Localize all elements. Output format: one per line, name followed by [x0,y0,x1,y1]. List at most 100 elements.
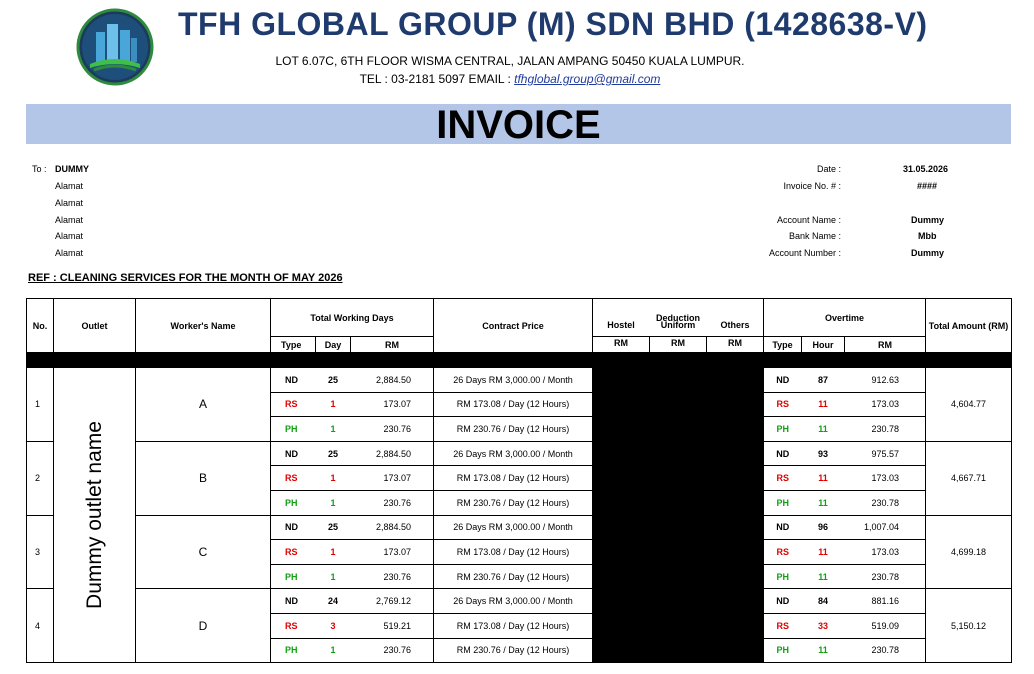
ot-rm: 230.78 [844,489,926,516]
ot-hour: 96 [801,514,845,541]
work-rm: 173.07 [350,465,434,491]
invoice-no-label: Invoice No. # : [783,181,841,191]
ot-hour: 11 [801,391,845,418]
header-hour: Hour [801,336,845,353]
contract-price: RM 173.08 / Day (12 Hours) [433,539,593,565]
ot-hour: 93 [801,440,845,467]
ot-hour: 87 [801,367,845,393]
work-type: ND [270,367,316,393]
header-hostel-rm: Hostel RM [592,320,650,353]
account-name-label: Account Name : [776,215,841,225]
ot-type: PH [763,563,802,590]
worker-name: D [135,588,271,664]
total-amount: 4,699.18 [925,514,1012,590]
work-type: ND [270,440,316,467]
account-number-label: Account Number : [768,248,841,258]
contract-price: RM 230.76 / Day (12 Hours) [433,416,593,442]
contract-price: RM 230.76 / Day (12 Hours) [433,563,593,590]
reference-line: REF : CLEANING SERVICES FOR THE MONTH OF… [28,272,343,284]
work-rm: 173.07 [350,539,434,565]
account-name-value: Dummy [911,215,945,225]
to-address-line: Alamat [55,198,84,208]
ot-type: RS [763,391,802,418]
outlet-cell: Dummy outlet name [53,366,136,664]
ot-type: ND [763,588,802,614]
ot-type: ND [763,440,802,467]
work-type: RS [270,539,316,565]
invoice-title: INVOICE [436,103,601,147]
contact-prefix: TEL : 03-2181 5097 EMAIL : [359,72,515,86]
ot-hour: 33 [801,612,845,639]
worker-name: C [135,514,271,590]
ot-rm: 173.03 [844,465,926,491]
header-no: No. [26,298,54,353]
ot-type: PH [763,416,802,442]
to-name: DUMMY [55,164,89,174]
work-rm: 230.76 [350,637,434,664]
ot-rm: 881.16 [844,588,926,614]
ot-type: RS [763,539,802,565]
header-day: Day [315,336,351,353]
work-type: PH [270,489,316,516]
work-type: RS [270,391,316,418]
contract-price: 26 Days RM 3,000.00 / Month [433,367,593,393]
ot-rm: 519.09 [844,612,926,639]
ot-rm: 975.57 [844,440,926,467]
row-number: 2 [26,440,54,516]
ot-rm: 173.03 [844,539,926,565]
header-hostel: Hostel [607,319,635,330]
table-row: 4 D ND 24 2,769.12 26 Days RM 3,000.00 / Mont… [26,588,1012,664]
work-day: 1 [315,465,351,491]
work-day: 25 [315,367,351,393]
ot-rm: 230.78 [844,416,926,442]
header-worker-name: Worker's Name [135,298,271,353]
ot-hour: 11 [801,563,845,590]
work-day: 1 [315,416,351,442]
work-rm: 173.07 [350,391,434,418]
work-rm: 2,884.50 [350,514,434,541]
header-rm: RM [614,337,628,348]
header-outlet: Outlet [53,298,136,353]
work-day: 24 [315,588,351,614]
email-link[interactable]: tfhglobal.group@gmail.com [514,72,660,86]
work-type: PH [270,637,316,664]
contract-price: RM 173.08 / Day (12 Hours) [433,391,593,418]
contract-price: RM 173.08 / Day (12 Hours) [433,465,593,491]
work-day: 1 [315,489,351,516]
work-rm: 2,884.50 [350,440,434,467]
table-row: 1 Dummy outlet name A ND 25 2,884.50 26 Days R… [26,366,1012,664]
work-rm: 2,769.12 [350,588,434,614]
contract-price: RM 230.76 / Day (12 Hours) [433,489,593,516]
ot-hour: 11 [801,465,845,491]
contract-price: RM 230.76 / Day (12 Hours) [433,637,593,664]
company-address: LOT 6.07C, 6TH FLOOR WISMA CENTRAL, JALA… [275,54,745,68]
header-ot-rm: RM [844,336,926,353]
work-day: 1 [315,637,351,664]
work-day: 25 [315,514,351,541]
bank-name-label: Bank Name : [788,231,841,241]
work-rm: 519.21 [350,612,434,639]
to-address-line: Alamat [55,215,84,225]
work-day: 1 [315,563,351,590]
to-address-line: Alamat [55,248,84,258]
ot-rm: 230.78 [844,563,926,590]
ot-hour: 11 [801,637,845,664]
contract-price: 26 Days RM 3,000.00 / Month [433,440,593,467]
ot-hour: 11 [801,539,845,565]
total-amount: 4,604.77 [925,367,1012,442]
header-type: Type [270,336,316,353]
work-day: 25 [315,440,351,467]
header-overtime: Overtime [763,298,926,337]
ot-type: RS [763,465,802,491]
header-others: Others [720,319,750,330]
company-contact: TEL : 03-2181 5097 EMAIL : tfhglobal.gro… [260,72,760,86]
row-number: 3 [26,514,54,590]
contract-price: 26 Days RM 3,000.00 / Month [433,588,593,614]
ot-hour: 11 [801,416,845,442]
work-rm: 2,884.50 [350,367,434,393]
row-number: 1 [26,367,54,442]
work-day: 3 [315,612,351,639]
account-number-value: Dummy [911,248,945,258]
work-type: PH [270,563,316,590]
ot-rm: 230.78 [844,637,926,664]
